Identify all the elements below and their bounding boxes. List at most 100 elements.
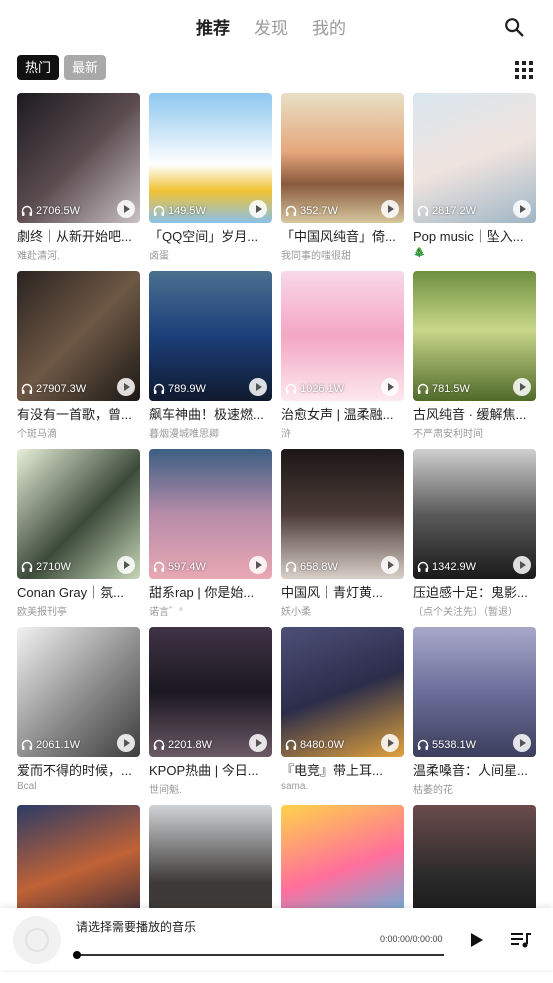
playlist-title: 温柔嗓音：人间星... xyxy=(413,763,528,778)
search-icon[interactable] xyxy=(503,16,525,38)
headphones-icon xyxy=(417,561,429,572)
filter-hot-chip[interactable]: 热门 xyxy=(17,55,60,80)
tab-mine[interactable]: 我的 xyxy=(312,14,346,39)
playlist-cover[interactable]: 149.5W xyxy=(149,93,272,223)
play-count: 2706.5W xyxy=(21,205,80,217)
play-count: 8480.0W xyxy=(285,739,344,751)
playlist-card[interactable]: 658.8W 中国风｜青灯黄... 妖小柔 xyxy=(281,449,404,627)
playlist-cover[interactable]: 658.8W xyxy=(281,449,404,579)
playlist-creator: 枯萎的花 xyxy=(413,785,453,796)
playlist-card[interactable]: 597.4W 甜系rap | 你是始... 诺言゛° xyxy=(149,449,272,627)
playlist-cover[interactable]: 8480.0W xyxy=(281,627,404,757)
playlist-queue-icon[interactable] xyxy=(511,932,531,948)
playlist-card[interactable]: 8480.0W 『电竞』带上耳... sama. xyxy=(281,627,404,805)
play-button-icon[interactable] xyxy=(249,378,267,396)
play-button-icon[interactable] xyxy=(117,734,135,752)
playlist-card[interactable]: 27907.3W 有没有一首歌，曾... 个斑马滴 xyxy=(17,271,140,449)
playlist-creator: 欧美报刊亭 xyxy=(17,607,67,618)
play-button-icon[interactable] xyxy=(381,734,399,752)
play-count-text: 27907.3W xyxy=(36,383,87,395)
playlist-card[interactable]: 781.5W 古风纯音 · 缓解焦... 不严肃安利时间 xyxy=(413,271,536,449)
playlist-cover[interactable]: 597.4W xyxy=(149,449,272,579)
headphones-icon xyxy=(153,383,165,394)
album-disc[interactable] xyxy=(13,916,61,964)
playlist-cover[interactable]: 781.5W xyxy=(413,271,536,401)
playlist-card[interactable]: 352.7W 「中国风纯音」倚... 我同事的嗤很甜 xyxy=(281,93,404,271)
playlist-card[interactable]: 2201.8W KPOP热曲 | 今日... 世间魁. xyxy=(149,627,272,805)
playlist-card[interactable]: 149.5W 「QQ空间」岁月... 卤蛋 xyxy=(149,93,272,271)
now-playing-title: 请选择需要播放的音乐 xyxy=(76,920,197,934)
play-button-icon[interactable] xyxy=(381,556,399,574)
tab-recommend[interactable]: 推荐 xyxy=(196,14,230,39)
play-count: 2201.8W xyxy=(153,739,212,751)
play-button-icon[interactable] xyxy=(249,200,267,218)
playlist-card[interactable]: 1026.1W 治愈女声 | 温柔融... 浒 xyxy=(281,271,404,449)
filter-new-chip[interactable]: 最新 xyxy=(64,55,107,80)
playlist-cover[interactable]: 27907.3W xyxy=(17,271,140,401)
play-count: 2061.1W xyxy=(21,739,80,751)
play-count-text: 352.7W xyxy=(300,205,338,217)
play-button-icon[interactable] xyxy=(513,734,531,752)
headphones-icon xyxy=(153,561,165,572)
playlist-cover[interactable]: 352.7W xyxy=(281,93,404,223)
play-count-text: 597.4W xyxy=(168,561,206,573)
playlist-card[interactable]: 2817.2W Pop music｜坠入... 🎄 xyxy=(413,93,536,271)
tab-discover[interactable]: 发现 xyxy=(254,14,288,39)
play-button-icon[interactable] xyxy=(117,378,135,396)
play-count: 2817.2W xyxy=(417,205,476,217)
play-button-icon[interactable] xyxy=(513,556,531,574)
play-count: 658.8W xyxy=(285,561,338,573)
play-icon[interactable] xyxy=(470,932,484,948)
playlist-title: 爱而不得的时候，... xyxy=(17,763,132,778)
headphones-icon xyxy=(21,561,33,572)
play-count: 2710W xyxy=(21,561,71,573)
tab-bar: 推荐 发现 我的 xyxy=(196,14,346,39)
playlist-creator: 〔点个关注先〕（暂退） xyxy=(413,607,518,618)
playlist-creator: 我同事的嗤很甜 xyxy=(281,251,351,262)
play-button-icon[interactable] xyxy=(513,378,531,396)
play-button-icon[interactable] xyxy=(381,200,399,218)
playlist-cover[interactable]: 1342.9W xyxy=(413,449,536,579)
play-button-icon[interactable] xyxy=(117,556,135,574)
play-count-text: 789.9W xyxy=(168,383,206,395)
play-button-icon[interactable] xyxy=(513,200,531,218)
playlist-creator: 个斑马滴 xyxy=(17,429,57,440)
play-count: 27907.3W xyxy=(21,383,86,395)
playlist-creator: 诺言゛° xyxy=(149,607,183,618)
headphones-icon xyxy=(417,739,429,750)
play-count-text: 2061.1W xyxy=(36,739,81,751)
playlist-cover[interactable]: 2706.5W xyxy=(17,93,140,223)
playlist-cover[interactable]: 2201.8W xyxy=(149,627,272,757)
playlist-creator: 不严肃安利时间 xyxy=(413,429,483,440)
headphones-icon xyxy=(21,739,33,750)
progress-knob[interactable] xyxy=(73,951,81,959)
playlist-cover[interactable]: 789.9W xyxy=(149,271,272,401)
headphones-icon xyxy=(285,383,297,394)
playlist-creator: 卤蛋 xyxy=(149,251,169,262)
playlist-cover[interactable]: 1026.1W xyxy=(281,271,404,401)
headphones-icon xyxy=(153,739,165,750)
playlist-card[interactable]: 789.9W 飙车神曲！极速燃... 暮烟漫城唯思卿 xyxy=(149,271,272,449)
play-button-icon[interactable] xyxy=(249,556,267,574)
playlist-cover[interactable]: 2710W xyxy=(17,449,140,579)
play-count-text: 2706.5W xyxy=(36,205,81,217)
play-count-text: 2817.2W xyxy=(432,205,477,217)
playlist-card[interactable]: 5538.1W 温柔嗓音：人间星... 枯萎的花 xyxy=(413,627,536,805)
play-button-icon[interactable] xyxy=(381,378,399,396)
playlist-card[interactable]: 2710W Conan Gray｜氛... 欧美报刊亭 xyxy=(17,449,140,627)
play-count: 597.4W xyxy=(153,561,206,573)
headphones-icon xyxy=(153,205,165,216)
progress-bar[interactable] xyxy=(76,954,444,956)
playlist-card[interactable]: 1342.9W 压迫感十足：鬼影... 〔点个关注先〕（暂退） xyxy=(413,449,536,627)
playlist-cover[interactable]: 5538.1W xyxy=(413,627,536,757)
headphones-icon xyxy=(21,383,33,394)
play-button-icon[interactable] xyxy=(249,734,267,752)
playlist-cover[interactable]: 2061.1W xyxy=(17,627,140,757)
playlist-card[interactable]: 2706.5W 劇终｜从新开始吧... 难赴清河. xyxy=(17,93,140,271)
playlist-cover[interactable]: 2817.2W xyxy=(413,93,536,223)
play-button-icon[interactable] xyxy=(117,200,135,218)
playlist-title: 古风纯音 · 缓解焦... xyxy=(413,407,527,422)
playlist-card[interactable]: 2061.1W 爱而不得的时候，... Bcal xyxy=(17,627,140,805)
playlist-title: 飙车神曲！极速燃... xyxy=(149,407,264,422)
grid-view-icon[interactable] xyxy=(515,61,533,79)
